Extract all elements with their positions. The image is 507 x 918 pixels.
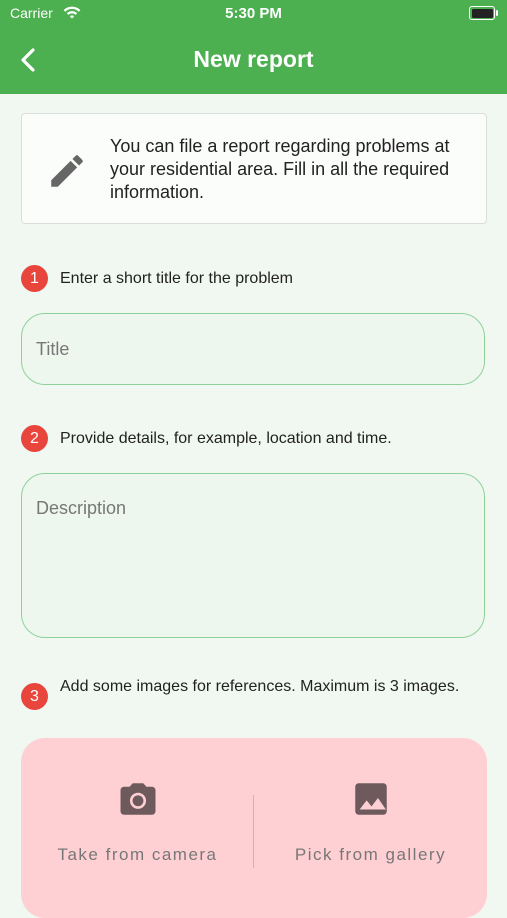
gallery-label: Pick from gallery [294, 845, 447, 864]
info-text: You can file a report regarding problems… [110, 136, 450, 202]
status-bar: Carrier 5:30 PM [0, 0, 507, 30]
page-title: New report [193, 46, 314, 72]
step-number-badge: 2 [21, 425, 48, 452]
description-input[interactable] [21, 473, 485, 638]
pencil-icon [51, 155, 83, 187]
image-icon [355, 783, 387, 815]
status-time: 5:30 PM [225, 5, 282, 22]
pick-from-gallery-button[interactable]: Pick from gallery [254, 738, 487, 900]
take-from-camera-button[interactable]: Take from camera [21, 738, 254, 900]
step-instruction: Provide details, for example, location a… [60, 430, 392, 447]
battery-icon [469, 6, 498, 20]
camera-label: Take from camera [57, 845, 218, 864]
info-card: You can file a report regarding problems… [21, 113, 487, 224]
step-number-badge: 3 [21, 683, 48, 710]
title-input[interactable] [21, 313, 485, 385]
image-picker-panel: Take from camera Pick from gallery [21, 738, 487, 918]
step-instruction: Add some images for references. Maximum … [60, 678, 460, 695]
app-header: Carrier 5:30 PM New report [0, 0, 507, 94]
step-instruction: Enter a short title for the problem [60, 270, 293, 287]
camera-icon [120, 783, 156, 815]
step-number-badge: 1 [21, 265, 48, 292]
